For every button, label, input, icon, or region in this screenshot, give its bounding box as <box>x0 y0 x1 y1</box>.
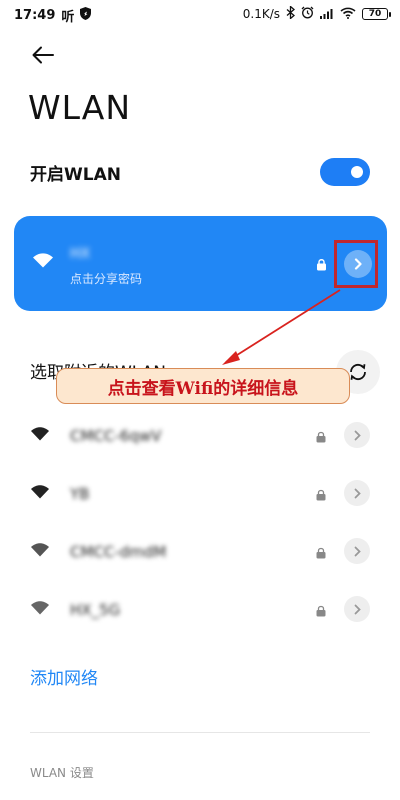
signal-icon <box>320 7 334 22</box>
share-password-hint: 点击分享密码 <box>70 272 143 286</box>
status-left: 17:49 听 <box>14 6 92 25</box>
wifi-icon <box>30 484 50 503</box>
bluetooth-icon <box>286 5 295 22</box>
wlan-toggle-label: 开启WLAN <box>30 165 121 185</box>
network-row[interactable]: CMCC-dmdM <box>30 532 370 572</box>
network-name: YB <box>70 485 90 503</box>
network-row[interactable]: CMCC-6qwV <box>30 416 370 456</box>
wifi-icon <box>30 600 50 619</box>
network-details-button[interactable] <box>344 422 370 448</box>
wifi-icon <box>30 542 50 561</box>
lock-icon <box>316 602 326 621</box>
chevron-right-icon <box>354 430 361 440</box>
status-bar: 17:49 听 0.1K/s 70 <box>0 0 400 28</box>
connected-network-name: HX <box>70 246 91 262</box>
network-name: HX_5G <box>70 601 121 619</box>
add-network-link[interactable]: 添加网络 <box>30 664 98 689</box>
network-row[interactable]: YB <box>30 474 370 514</box>
network-details-button[interactable] <box>344 596 370 622</box>
annotation-callout: 点击查看Wifi的详细信息 <box>56 368 350 404</box>
page-title: WLAN <box>28 88 132 127</box>
back-button[interactable] <box>28 40 58 70</box>
highlight-box <box>334 240 378 288</box>
divider <box>30 732 370 733</box>
network-name: CMCC-dmdM <box>70 543 167 561</box>
network-details-button[interactable] <box>344 480 370 506</box>
shield-icon <box>80 7 92 24</box>
status-time: 17:49 <box>14 8 56 23</box>
wlan-toggle-row: 开启WLAN <box>30 152 370 192</box>
lock-icon <box>316 544 326 563</box>
network-row[interactable]: HX_5G <box>30 590 370 630</box>
wifi-icon <box>32 252 54 272</box>
status-right: 0.1K/s 70 <box>242 5 391 22</box>
alarm-icon <box>301 6 314 22</box>
wlan-toggle[interactable] <box>320 158 370 186</box>
chevron-right-icon <box>354 604 361 614</box>
wifi-icon <box>30 426 50 445</box>
carrier-badge: 听 <box>61 10 75 25</box>
battery-icon: 70 <box>362 8 391 20</box>
refresh-icon <box>350 363 366 381</box>
network-details-button[interactable] <box>344 538 370 564</box>
network-name: CMCC-6qwV <box>70 427 162 445</box>
chevron-right-icon <box>354 488 361 498</box>
connected-network-card[interactable]: HX 点击分享密码 <box>14 216 387 311</box>
toggle-knob <box>351 166 363 178</box>
lock-icon <box>316 428 326 447</box>
lock-icon <box>316 486 326 505</box>
chevron-right-icon <box>354 546 361 556</box>
wlan-settings-link[interactable]: WLAN 设置 <box>30 764 94 781</box>
wifi-icon <box>340 7 356 22</box>
arrow-left-icon <box>32 46 54 64</box>
net-speed: 0.1K/s <box>242 7 280 21</box>
lock-icon <box>316 256 327 275</box>
